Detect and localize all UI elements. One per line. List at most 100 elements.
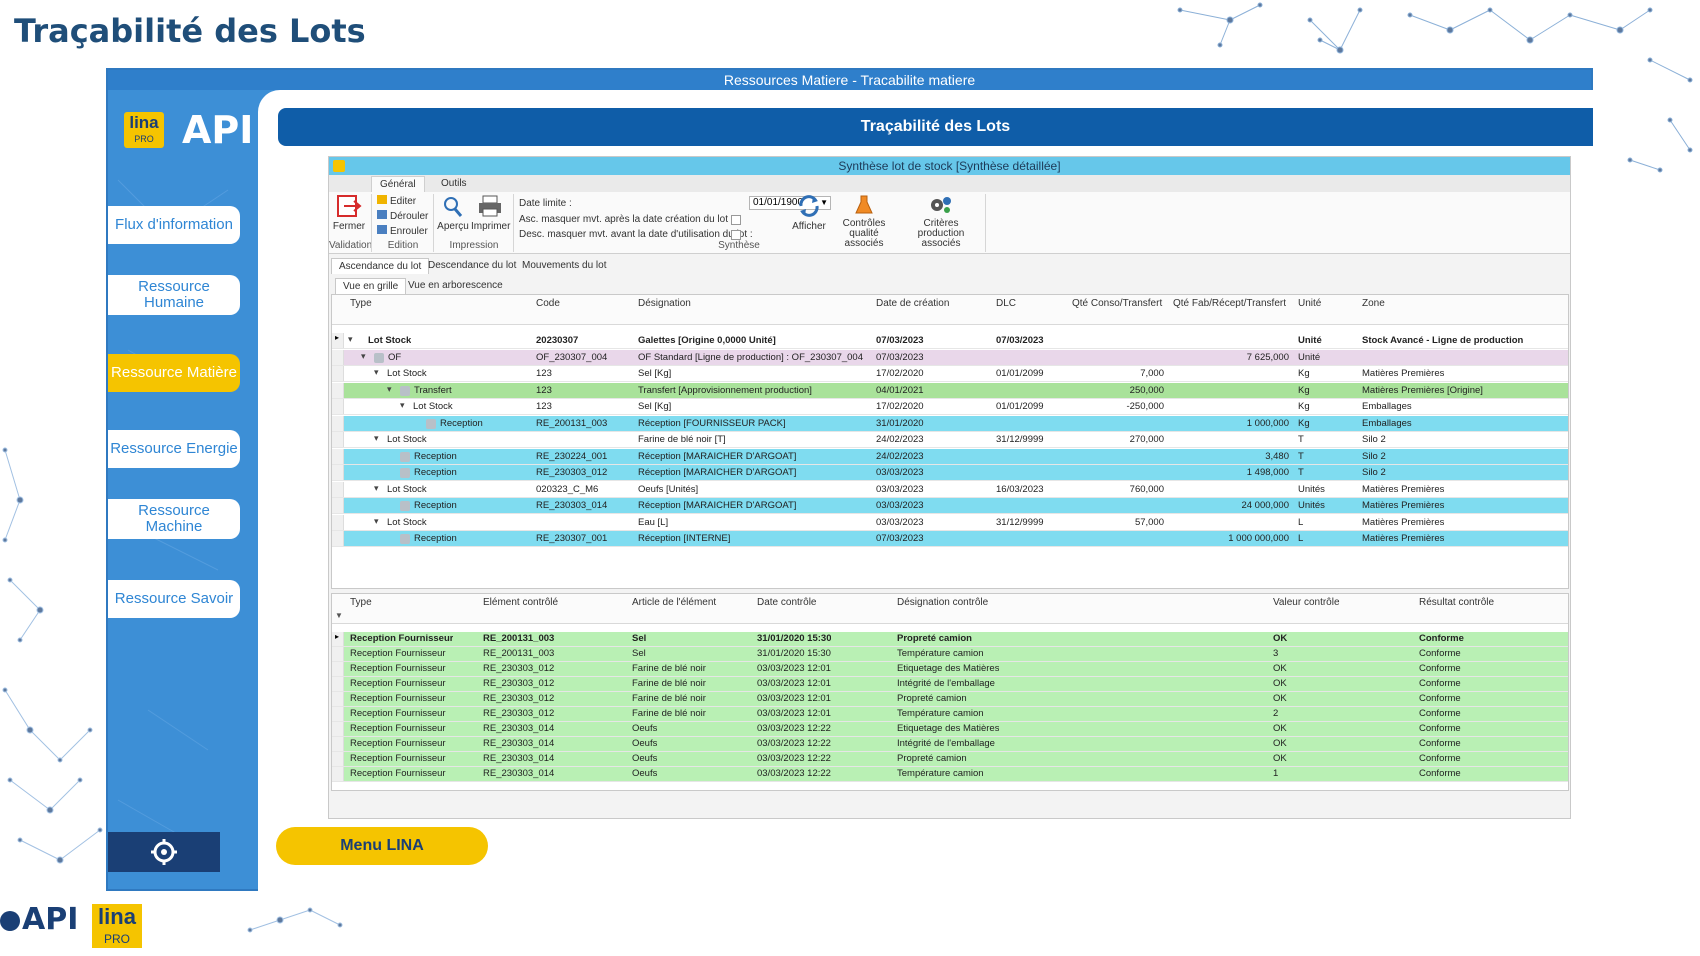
row-indicator[interactable] [332, 752, 344, 766]
menu-lina-button[interactable]: Menu LINA [276, 827, 488, 865]
col-header-designation-controle[interactable]: Désignation contrôle [897, 597, 988, 608]
tab-mouvements[interactable]: Mouvements du lot [515, 258, 614, 274]
row-indicator[interactable] [332, 382, 344, 398]
table-row[interactable]: Reception Fournisseur RE_230303_014 Oeufs 0… [332, 767, 1568, 782]
col-header-qte-conso[interactable]: Qté Conso/Transfert [1072, 298, 1162, 309]
table-row[interactable]: ▸ ▾ Lot Stock 20230307 Galettes [Origine 0,0… [332, 333, 1568, 349]
row-indicator[interactable] [332, 647, 344, 661]
sidebar-item-ressource-humaine[interactable]: Ressource Humaine [108, 275, 240, 315]
table-row[interactable]: Reception Fournisseur RE_230303_012 Farine… [332, 677, 1568, 692]
chevron-down-icon[interactable]: ▾ [374, 483, 379, 494]
enrouler-button[interactable]: Enrouler [377, 225, 428, 237]
row-indicator[interactable] [332, 737, 344, 751]
row-indicator[interactable]: ▸ [332, 632, 344, 646]
sidebar-item-ressource-matiere[interactable]: Ressource Matière [108, 354, 240, 392]
table-row[interactable]: Reception RE_230303_014 Réception [MARAICH… [332, 498, 1568, 514]
afficher-button[interactable]: Afficher [791, 194, 827, 232]
row-indicator[interactable] [332, 432, 344, 447]
row-indicator[interactable] [332, 722, 344, 736]
table-row[interactable]: Reception Fournisseur RE_230303_014 Oeufs 0… [332, 737, 1568, 752]
row-indicator[interactable] [332, 448, 344, 464]
table-row[interactable]: ▾ OF OF_230307_004 OF Standard [Ligne de pr… [332, 349, 1568, 366]
chevron-down-icon[interactable]: ▾ [400, 400, 405, 411]
col-header-date-creation[interactable]: Date de création [876, 298, 949, 309]
col-header-valeur-controle[interactable]: Valeur contrôle [1273, 597, 1340, 608]
table-row[interactable]: ▾ Lot Stock 123 Sel [Kg] 17/02/2020 01/01/209… [332, 366, 1568, 382]
table-row[interactable]: ▾ Lot Stock 020323_C_M6 Oeufs [Unités] 03/03… [332, 481, 1568, 498]
table-row[interactable]: Reception Fournisseur RE_230303_012 Farine… [332, 692, 1568, 707]
row-indicator[interactable] [332, 692, 344, 706]
table-row[interactable]: ▾ Lot Stock Eau [L] 03/03/2023 31/12/9999 57,… [332, 514, 1568, 531]
editer-button[interactable]: Editer [377, 195, 416, 207]
table-row[interactable]: Reception Fournisseur RE_230303_014 Oeufs 0… [332, 722, 1568, 737]
controles-qualite-button[interactable]: Contrôles qualité associés [829, 194, 899, 249]
row-indicator[interactable]: ▸ [332, 333, 344, 348]
sidebar-item-ressource-machine[interactable]: Ressource Machine [108, 499, 240, 539]
close-door-icon [337, 195, 362, 217]
row-indicator[interactable] [332, 349, 344, 365]
row-indicator[interactable] [332, 498, 344, 513]
table-row[interactable]: Reception RE_200131_003 Réception [FOURNIS… [332, 415, 1568, 432]
row-indicator[interactable] [332, 481, 344, 497]
tab-descendance[interactable]: Descendance du lot [421, 258, 523, 274]
filter-icon[interactable]: ▼ [335, 611, 343, 620]
col-header-type[interactable]: Type [350, 298, 372, 309]
row-indicator[interactable] [332, 399, 344, 414]
row-indicator[interactable] [332, 514, 344, 530]
table-row[interactable]: Reception Fournisseur RE_230303_012 Farine… [332, 707, 1568, 722]
col-header-unite[interactable]: Unité [1298, 298, 1321, 309]
row-indicator[interactable] [332, 707, 344, 721]
sidebar-item-flux-information[interactable]: Flux d'information [108, 206, 240, 244]
table-row[interactable]: Reception RE_230303_012 Réception [MARAICH… [332, 465, 1568, 481]
desc-mask-checkbox[interactable] [731, 230, 741, 240]
table-row[interactable]: ▾ Transfert 123 Transfert [Approvisionnemen… [332, 382, 1568, 399]
table-row[interactable]: Reception RE_230224_001 Réception [MARAICH… [332, 448, 1568, 465]
table-row[interactable]: ▾ Lot Stock Farine de blé noir [T] 24/02/20… [332, 432, 1568, 448]
col-header-qte-fab[interactable]: Qté Fab/Récept/Transfert [1173, 298, 1286, 309]
table-row[interactable]: Reception Fournisseur RE_200131_003 Sel 31/… [332, 647, 1568, 662]
chevron-down-icon[interactable]: ▾ [387, 384, 392, 395]
col-header-dlc[interactable]: DLC [996, 298, 1016, 309]
sidebar-item-ressource-energie[interactable]: Ressource Energie [108, 430, 240, 468]
tab-vue-arborescence[interactable]: Vue en arborescence [401, 278, 510, 294]
row-indicator[interactable] [332, 415, 344, 431]
table-row[interactable]: Reception Fournisseur RE_230303_014 Oeufs 0… [332, 752, 1568, 767]
table-row[interactable]: Reception RE_230307_001 Réception [INTERNE… [332, 531, 1568, 547]
fermer-button[interactable]: Fermer [332, 194, 366, 232]
sidebar-item-ressource-savoir[interactable]: Ressource Savoir [108, 580, 240, 618]
criteres-production-button[interactable]: Critères production associés [901, 194, 981, 249]
col-header-designation[interactable]: Désignation [638, 298, 691, 309]
settings-button[interactable] [108, 832, 220, 872]
chevron-down-icon[interactable]: ▾ [374, 516, 379, 527]
ribbon-tab-outils[interactable]: Outils [433, 176, 475, 192]
col-header-date-controle[interactable]: Date contrôle [757, 597, 816, 608]
imprimer-button[interactable]: Imprimer [471, 194, 510, 232]
ribbon-tab-general[interactable]: Général [371, 176, 425, 192]
row-indicator[interactable] [332, 677, 344, 691]
col-header-article[interactable]: Article de l'élément [632, 597, 716, 608]
row-indicator[interactable] [332, 465, 344, 480]
table-row[interactable]: ▾ Lot Stock 123 Sel [Kg] 17/02/2020 01/01/209… [332, 399, 1568, 415]
chevron-down-icon[interactable]: ▾ [374, 433, 379, 444]
tab-ascendance[interactable]: Ascendance du lot [331, 258, 430, 274]
chevron-down-icon[interactable]: ▾ [361, 351, 366, 362]
table-row[interactable]: Reception Fournisseur RE_230303_012 Farine… [332, 662, 1568, 677]
table-row[interactable]: ▸ Reception Fournisseur RE_200131_003 Sel 31… [332, 632, 1568, 647]
col-header-resultat-controle[interactable]: Résultat contrôle [1419, 597, 1494, 608]
col-header-code[interactable]: Code [536, 298, 560, 309]
col-header-element-controle[interactable]: Elément contrôlé [483, 597, 558, 608]
row-indicator[interactable] [332, 662, 344, 676]
row-indicator[interactable] [332, 531, 344, 546]
row-indicator[interactable] [332, 767, 344, 781]
row-indicator[interactable] [332, 366, 344, 381]
col-header-type[interactable]: Type [350, 597, 372, 608]
cell: Oeufs [632, 723, 658, 734]
col-header-zone[interactable]: Zone [1362, 298, 1385, 309]
chevron-down-icon[interactable]: ▾ [348, 334, 353, 345]
apercu-button[interactable]: Aperçu [437, 194, 469, 232]
chevron-down-icon[interactable]: ▾ [374, 367, 379, 378]
asc-mask-checkbox[interactable] [731, 215, 741, 225]
tab-vue-grille[interactable]: Vue en grille [335, 278, 407, 294]
derouler-button[interactable]: Dérouler [377, 210, 428, 222]
cell-dlc: 07/03/2023 [996, 335, 1044, 346]
